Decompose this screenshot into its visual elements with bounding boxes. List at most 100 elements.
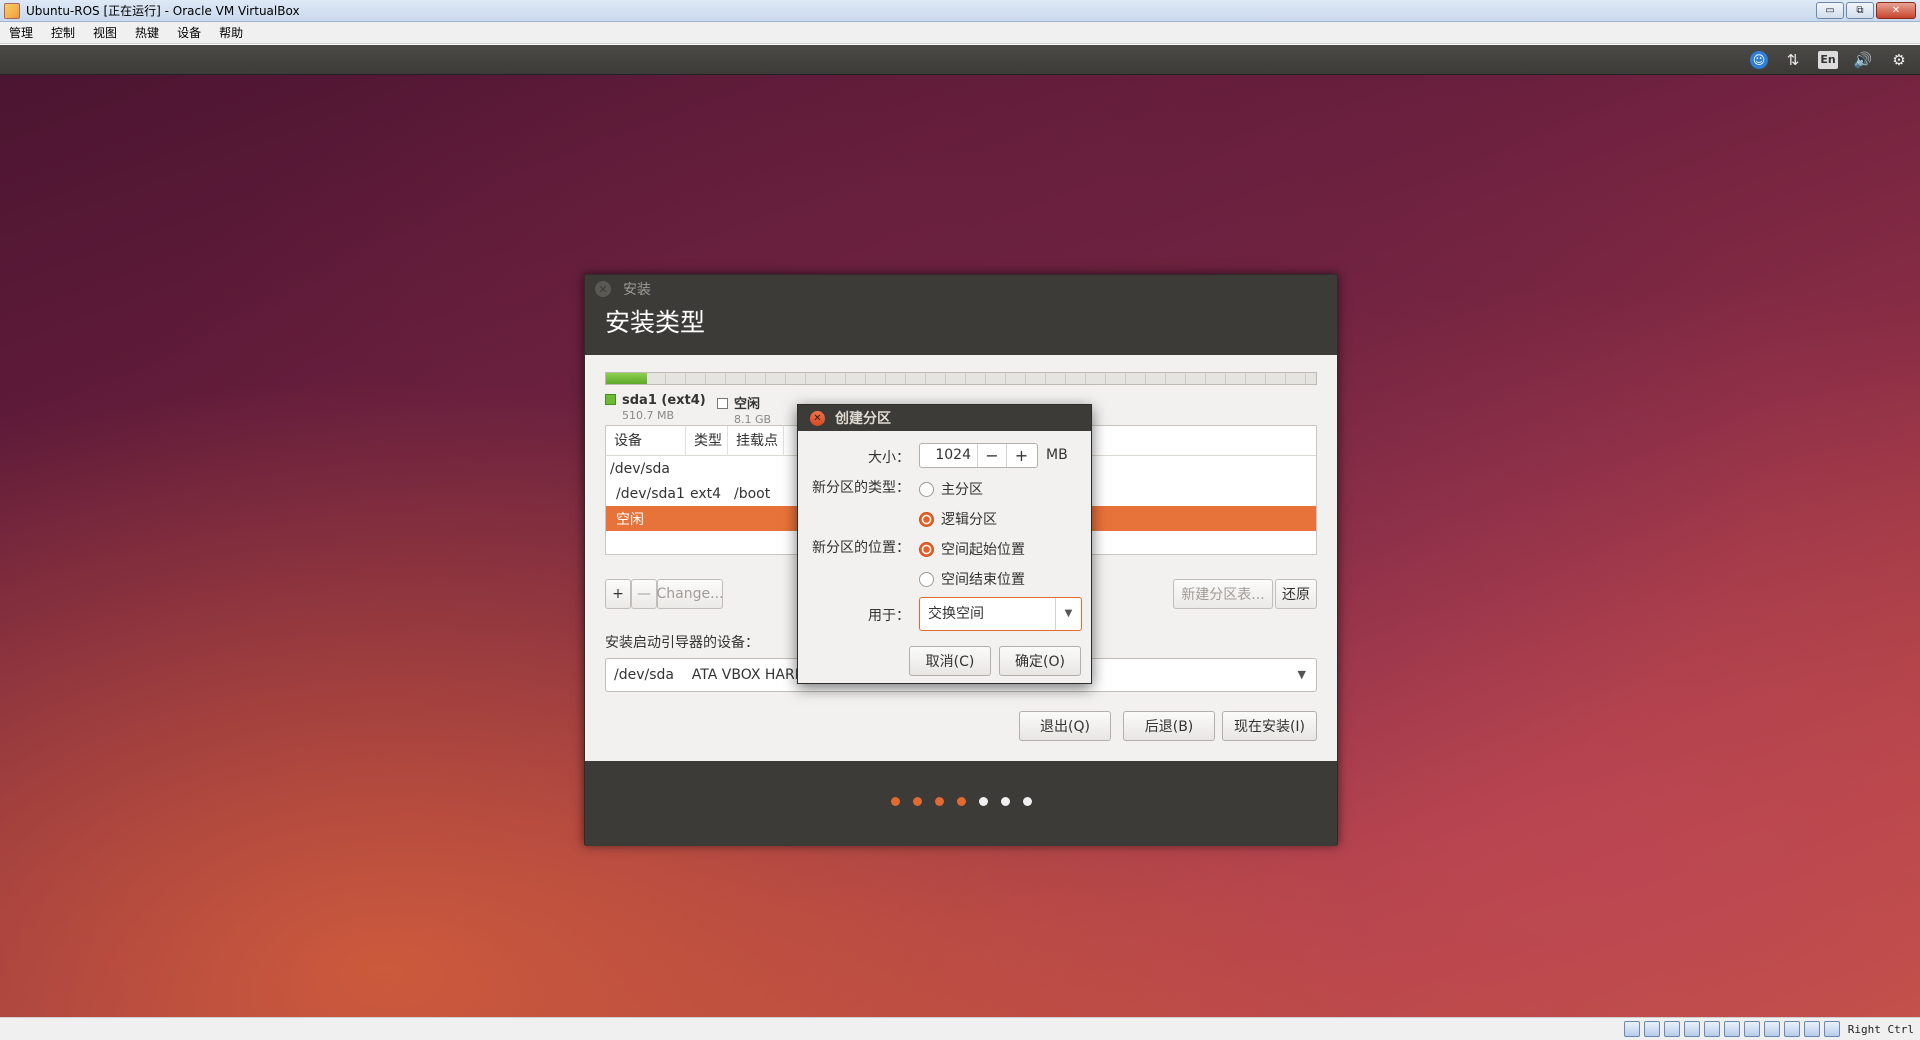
radio-start-of-space[interactable]: 空间起始位置 bbox=[919, 539, 1025, 559]
revert-button[interactable]: 还原 bbox=[1275, 579, 1317, 609]
radio-button-checked[interactable] bbox=[919, 541, 934, 557]
add-partition-button[interactable]: + bbox=[605, 579, 631, 609]
menu-control[interactable]: 控制 bbox=[42, 24, 84, 41]
shared-folders-icon[interactable] bbox=[1723, 1021, 1740, 1037]
size-decrement-button[interactable]: − bbox=[978, 444, 1007, 467]
radio-primary-label: 主分区 bbox=[941, 482, 983, 498]
ubuntu-top-panel: ☺ ⇅ En 🔊 ⚙ bbox=[0, 45, 1920, 75]
header-divider bbox=[585, 351, 1337, 355]
keyboard-capture-icon[interactable] bbox=[1823, 1021, 1840, 1037]
mouse-integration-icon[interactable] bbox=[1803, 1021, 1820, 1037]
progress-dot bbox=[978, 797, 988, 806]
menu-help[interactable]: 帮助 bbox=[210, 24, 252, 41]
radio-button-unchecked[interactable] bbox=[919, 571, 934, 587]
display-icon[interactable] bbox=[1743, 1021, 1760, 1037]
host-window-title: Ubuntu-ROS [正在运行] - Oracle VM VirtualBox bbox=[26, 4, 300, 18]
create-partition-dialog: ✕ 创建分区 大小： 1024 − + MB 新分区的类型： 主分区 逻辑分区 … bbox=[797, 404, 1092, 684]
optical-drive-icon[interactable] bbox=[1643, 1021, 1660, 1037]
window-controls: ▭ ⧉ ✕ bbox=[1816, 2, 1916, 19]
use-as-value: 交换空间 bbox=[928, 606, 984, 622]
column-mount[interactable]: 挂载点 bbox=[728, 425, 784, 456]
quit-button[interactable]: 退出(Q) bbox=[1019, 711, 1111, 741]
radio-button-checked[interactable] bbox=[919, 511, 934, 527]
radio-end-label: 空间结束位置 bbox=[941, 572, 1025, 588]
remove-partition-button[interactable]: — bbox=[631, 579, 657, 609]
new-partition-table-button[interactable]: 新建分区表... bbox=[1173, 579, 1273, 609]
minimize-button[interactable]: ▭ bbox=[1816, 2, 1844, 19]
install-now-button[interactable]: 现在安装(I) bbox=[1222, 711, 1317, 741]
cpu-virtualization-icon[interactable] bbox=[1783, 1021, 1800, 1037]
radio-logical[interactable]: 逻辑分区 bbox=[919, 509, 997, 529]
column-device[interactable]: 设备 bbox=[606, 425, 686, 456]
use-as-label: 用于： bbox=[868, 608, 910, 624]
progress-dot bbox=[912, 797, 922, 806]
dialog-close-icon[interactable]: ✕ bbox=[810, 410, 825, 426]
network-icon[interactable]: ⇅ bbox=[1782, 49, 1804, 71]
progress-dot bbox=[956, 797, 966, 806]
host-titlebar: Ubuntu-ROS [正在运行] - Oracle VM VirtualBox… bbox=[0, 0, 1920, 22]
usb-icon[interactable] bbox=[1703, 1021, 1720, 1037]
video-capture-icon[interactable] bbox=[1763, 1021, 1780, 1037]
menu-devices[interactable]: 设备 bbox=[168, 24, 210, 41]
cell-device: 空闲 bbox=[616, 511, 644, 528]
progress-dot bbox=[890, 797, 900, 806]
radio-button-unchecked[interactable] bbox=[919, 481, 934, 497]
restore-button[interactable]: ⧉ bbox=[1846, 2, 1874, 19]
radio-end-of-space[interactable]: 空间结束位置 bbox=[919, 569, 1025, 589]
menu-manage[interactable]: 管理 bbox=[0, 24, 42, 41]
cell-type: ext4 bbox=[690, 485, 722, 502]
change-partition-button[interactable]: Change... bbox=[657, 579, 723, 609]
size-unit-label: MB bbox=[1046, 447, 1068, 463]
column-type[interactable]: 类型 bbox=[686, 425, 728, 456]
close-window-button[interactable]: ✕ bbox=[1876, 2, 1916, 19]
radio-logical-label: 逻辑分区 bbox=[941, 512, 997, 528]
network-adapter-icon[interactable] bbox=[1683, 1021, 1700, 1037]
accessibility-icon[interactable]: ☺ bbox=[1750, 50, 1768, 69]
disk-usage-bar bbox=[605, 372, 1317, 385]
ok-button[interactable]: 确定(O) bbox=[999, 646, 1081, 676]
legend-label-sda1: sda1 (ext4) bbox=[622, 393, 706, 408]
menu-view[interactable]: 视图 bbox=[84, 24, 126, 41]
chevron-down-icon: ▼ bbox=[1297, 668, 1306, 681]
progress-indicator bbox=[585, 797, 1337, 806]
volume-icon[interactable]: 🔊 bbox=[1852, 49, 1874, 71]
legend-size-sda1: 510.7 MB bbox=[622, 409, 675, 422]
audio-icon[interactable] bbox=[1663, 1021, 1680, 1037]
radio-primary[interactable]: 主分区 bbox=[919, 479, 983, 499]
radio-start-label: 空间起始位置 bbox=[941, 542, 1025, 558]
size-increment-button[interactable]: + bbox=[1007, 444, 1036, 467]
legend-item-sda1: sda1 (ext4) 510.7 MB bbox=[605, 393, 706, 422]
legend-swatch-sda1 bbox=[605, 394, 616, 405]
boot-device-label: 安装启动引导器的设备： bbox=[605, 635, 759, 651]
back-button[interactable]: 后退(B) bbox=[1123, 711, 1215, 741]
cancel-button[interactable]: 取消(C) bbox=[909, 646, 991, 676]
guest-desktop: ☺ ⇅ En 🔊 ⚙ ✕ 安装 安装类型 sda1 (ext4) 510.7 M… bbox=[0, 45, 1920, 1017]
host-statusbar: Right Ctrl bbox=[0, 1017, 1920, 1040]
dialog-titlebar: ✕ 创建分区 bbox=[798, 405, 1091, 431]
partition-location-label: 新分区的位置： bbox=[812, 540, 910, 556]
cell-device: /dev/sda bbox=[610, 460, 670, 477]
page-title: 安装类型 bbox=[585, 303, 1337, 351]
host-key-label: Right Ctrl bbox=[1847, 1022, 1914, 1036]
host-menubar: 管理 控制 视图 热键 设备 帮助 bbox=[0, 22, 1920, 44]
keyboard-layout-indicator[interactable]: En bbox=[1818, 50, 1838, 69]
use-as-select[interactable]: 交换空间 ▼ bbox=[919, 597, 1082, 631]
installer-footer bbox=[585, 761, 1337, 846]
menu-hotkeys[interactable]: 热键 bbox=[126, 24, 168, 41]
dialog-title: 创建分区 bbox=[835, 411, 891, 427]
settings-gear-icon[interactable]: ⚙ bbox=[1888, 49, 1910, 71]
progress-dot bbox=[934, 797, 944, 806]
hard-disk-icon[interactable] bbox=[1623, 1021, 1640, 1037]
size-input[interactable]: 1024 bbox=[920, 444, 978, 467]
virtualbox-app-icon bbox=[4, 2, 20, 19]
disk-usage-used-segment bbox=[606, 373, 647, 384]
installer-close-icon[interactable]: ✕ bbox=[595, 281, 611, 297]
legend-item-free: 空闲 8.1 GB bbox=[717, 393, 771, 426]
size-label: 大小： bbox=[868, 450, 910, 466]
installer-titlebar: ✕ 安装 bbox=[585, 275, 1337, 303]
legend-label-free: 空闲 bbox=[734, 397, 761, 412]
partition-type-label: 新分区的类型： bbox=[812, 480, 910, 496]
progress-dot bbox=[1022, 797, 1032, 806]
legend-swatch-free bbox=[717, 398, 728, 409]
progress-dot bbox=[1000, 797, 1010, 806]
